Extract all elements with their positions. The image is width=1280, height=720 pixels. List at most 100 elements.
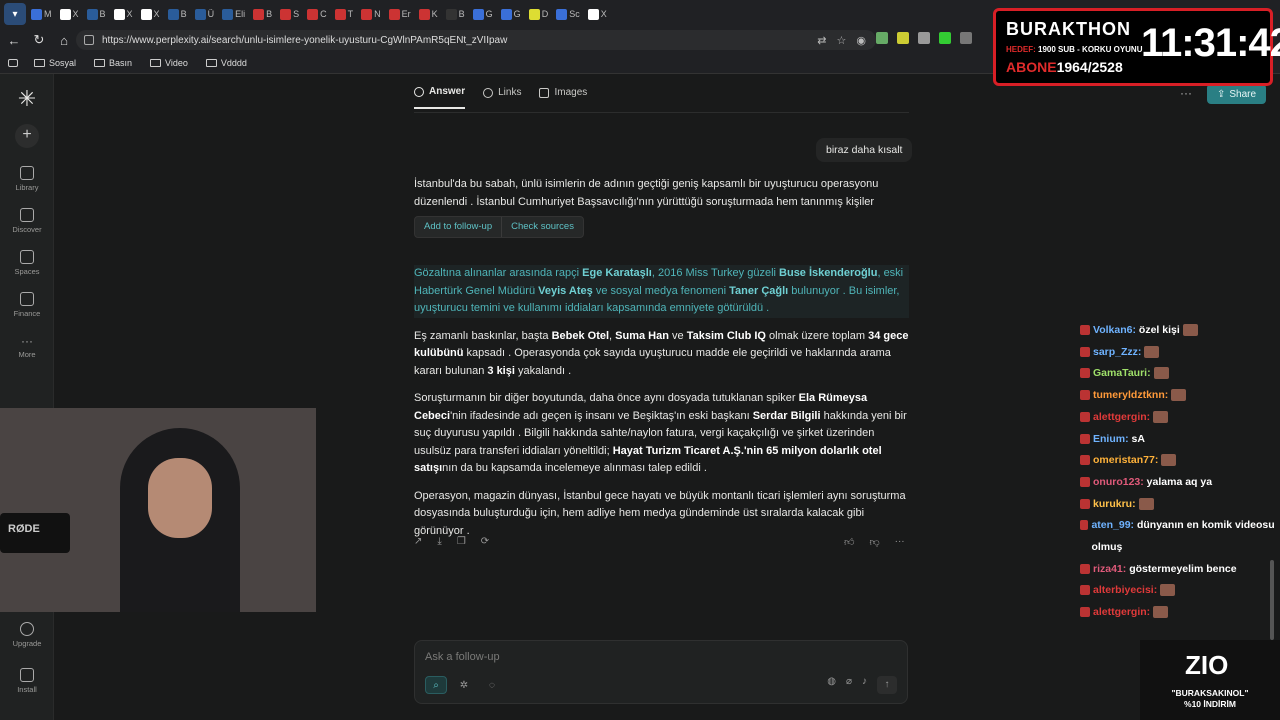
answer-paragraph: Soruşturmanın bir diğer boyutunda, daha …: [414, 390, 909, 478]
labs-mode-icon[interactable]: ◌: [481, 676, 503, 694]
browser-tab[interactable]: C: [304, 3, 330, 25]
browser-tab[interactable]: Ü: [192, 3, 218, 25]
tab-favicon-icon: [445, 8, 457, 20]
chat-text: göstermeyelim bence: [1126, 562, 1237, 575]
url-field[interactable]: https://www.perplexity.ai/search/unlu-is…: [76, 30, 876, 50]
thumbs-down-icon[interactable]: 👎︎: [869, 536, 879, 548]
chat-username: aten_99:: [1091, 519, 1135, 532]
browser-tab[interactable]: X: [111, 3, 136, 25]
extension-icon[interactable]: [876, 32, 888, 44]
tab-search-icon[interactable]: [8, 58, 18, 67]
sidebar-item-upgrade[interactable]: Upgrade: [0, 622, 54, 648]
extension-icon[interactable]: [939, 32, 951, 44]
chat-message-content: onuro123: yalama aq ya: [1093, 472, 1212, 494]
chat-message: omeristan77:: [1080, 450, 1275, 472]
badge-icon: [1080, 476, 1090, 487]
more-options-icon[interactable]: ···: [895, 536, 905, 548]
badge-icon: [1080, 563, 1090, 574]
sidebar-item-finance[interactable]: Finance: [0, 292, 54, 318]
location-icon[interactable]: ◉: [856, 34, 866, 47]
translate-icon[interactable]: ⇄: [817, 34, 826, 47]
favorite-star-icon[interactable]: ☆: [837, 34, 847, 47]
browser-tab[interactable]: K: [416, 3, 441, 25]
bookmark-folder[interactable]: Vdddd: [205, 58, 247, 68]
webcam-overlay: RØDE: [0, 408, 316, 612]
browser-tab[interactable]: B: [165, 3, 190, 25]
thread-menu-button[interactable]: ···: [1180, 86, 1192, 100]
badge-icon: [1080, 498, 1090, 509]
submit-button[interactable]: ↑: [877, 676, 897, 694]
browser-tab[interactable]: S: [277, 3, 302, 25]
tab-favicon-icon: [113, 8, 125, 20]
chat-message: Enium: sA: [1080, 429, 1275, 451]
answer-paragraph: İstanbul'da bu sabah, ünlü isimlerin de …: [414, 178, 879, 208]
tab-title: B: [99, 9, 106, 19]
answer-feedback: 👍︎ 👎︎ ···: [844, 536, 905, 548]
add-to-follow-up-button[interactable]: Add to follow-up: [415, 217, 501, 237]
bookmark-folder[interactable]: Sosyal: [34, 58, 76, 68]
tab-favicon-icon: [86, 8, 98, 20]
browser-tab[interactable]: Eli: [219, 3, 248, 25]
browser-tab[interactable]: N: [358, 3, 384, 25]
browser-tab[interactable]: G: [498, 3, 524, 25]
reload-button[interactable]: ↻: [28, 29, 50, 51]
sponsor-logo: ZIO: [1185, 650, 1229, 680]
extension-icon[interactable]: [960, 32, 972, 44]
folder-icon: [94, 58, 106, 67]
extension-icon[interactable]: [897, 32, 909, 44]
sidebar-item-library[interactable]: Library: [0, 166, 54, 192]
check-sources-button[interactable]: Check sources: [501, 217, 583, 237]
goal-label: HEDEF:: [1006, 45, 1036, 54]
chat-text: sA: [1128, 432, 1145, 445]
share-button[interactable]: ⇪ Share: [1207, 84, 1266, 104]
browser-tab[interactable]: B: [443, 3, 468, 25]
scrollbar[interactable]: [1270, 560, 1274, 640]
browser-tab[interactable]: X: [57, 3, 82, 25]
browser-tab[interactable]: X: [138, 3, 163, 25]
extension-icon[interactable]: [918, 32, 930, 44]
bookmark-folder[interactable]: Basın: [94, 58, 132, 68]
browser-tab[interactable]: D: [526, 3, 552, 25]
sidebar-item-discover[interactable]: Discover: [0, 208, 54, 234]
tab-label: Answer: [429, 86, 466, 97]
browser-tab[interactable]: M: [28, 3, 55, 25]
chat-username: sarp_Zzz:: [1093, 345, 1142, 358]
browser-tab[interactable]: X: [585, 3, 610, 25]
tab-menu-button[interactable]: ▾: [4, 3, 26, 25]
sidebar-item-install[interactable]: Install: [0, 668, 54, 694]
ask-input-placeholder[interactable]: Ask a follow-up: [425, 651, 500, 663]
attach-icon[interactable]: ⌀: [846, 676, 852, 694]
share-answer-icon[interactable]: ↗: [414, 536, 422, 547]
sidebar-item-spaces[interactable]: Spaces: [0, 250, 54, 276]
browser-tab[interactable]: Sc: [553, 3, 583, 25]
microphone-icon[interactable]: ♪: [862, 676, 867, 694]
sidebar-item-label: More: [18, 350, 36, 359]
new-thread-button[interactable]: +: [15, 124, 39, 148]
sidebar-item-more[interactable]: ··· More: [0, 334, 54, 359]
search-mode-icon[interactable]: ⌕: [425, 676, 447, 694]
browser-tab[interactable]: B: [84, 3, 109, 25]
bookmark-label: Basın: [109, 57, 133, 68]
browser-tab[interactable]: G: [470, 3, 496, 25]
emote-icon: [1171, 389, 1187, 402]
tab-links[interactable]: Links: [483, 86, 521, 109]
discover-icon: [20, 208, 34, 222]
research-mode-icon[interactable]: ✲: [453, 676, 475, 694]
browser-tab[interactable]: Er: [386, 3, 414, 25]
back-button[interactable]: ←: [3, 29, 25, 51]
globe-icon[interactable]: ◍: [827, 676, 836, 694]
copy-icon[interactable]: ❐: [457, 536, 466, 547]
chat-message-content: alettgergin:: [1093, 602, 1150, 624]
browser-tab[interactable]: T: [332, 3, 357, 25]
bookmark-folder[interactable]: Video: [150, 58, 188, 68]
tab-answer[interactable]: Answer: [414, 86, 466, 109]
rewrite-icon[interactable]: ⟳: [481, 536, 489, 547]
tab-images[interactable]: Images: [539, 86, 587, 109]
thumbs-up-icon[interactable]: 👍︎: [844, 536, 854, 548]
export-icon[interactable]: ⤓: [437, 536, 441, 547]
ask-follow-up-box[interactable]: Ask a follow-up ⌕ ✲ ◌ ◍ ⌀ ♪ ↑: [414, 640, 908, 704]
home-button[interactable]: ⌂: [53, 29, 75, 51]
browser-tab[interactable]: B: [250, 3, 275, 25]
subscriber-label: ABONE: [1006, 59, 1057, 75]
perplexity-logo-icon[interactable]: ✳: [14, 86, 40, 112]
